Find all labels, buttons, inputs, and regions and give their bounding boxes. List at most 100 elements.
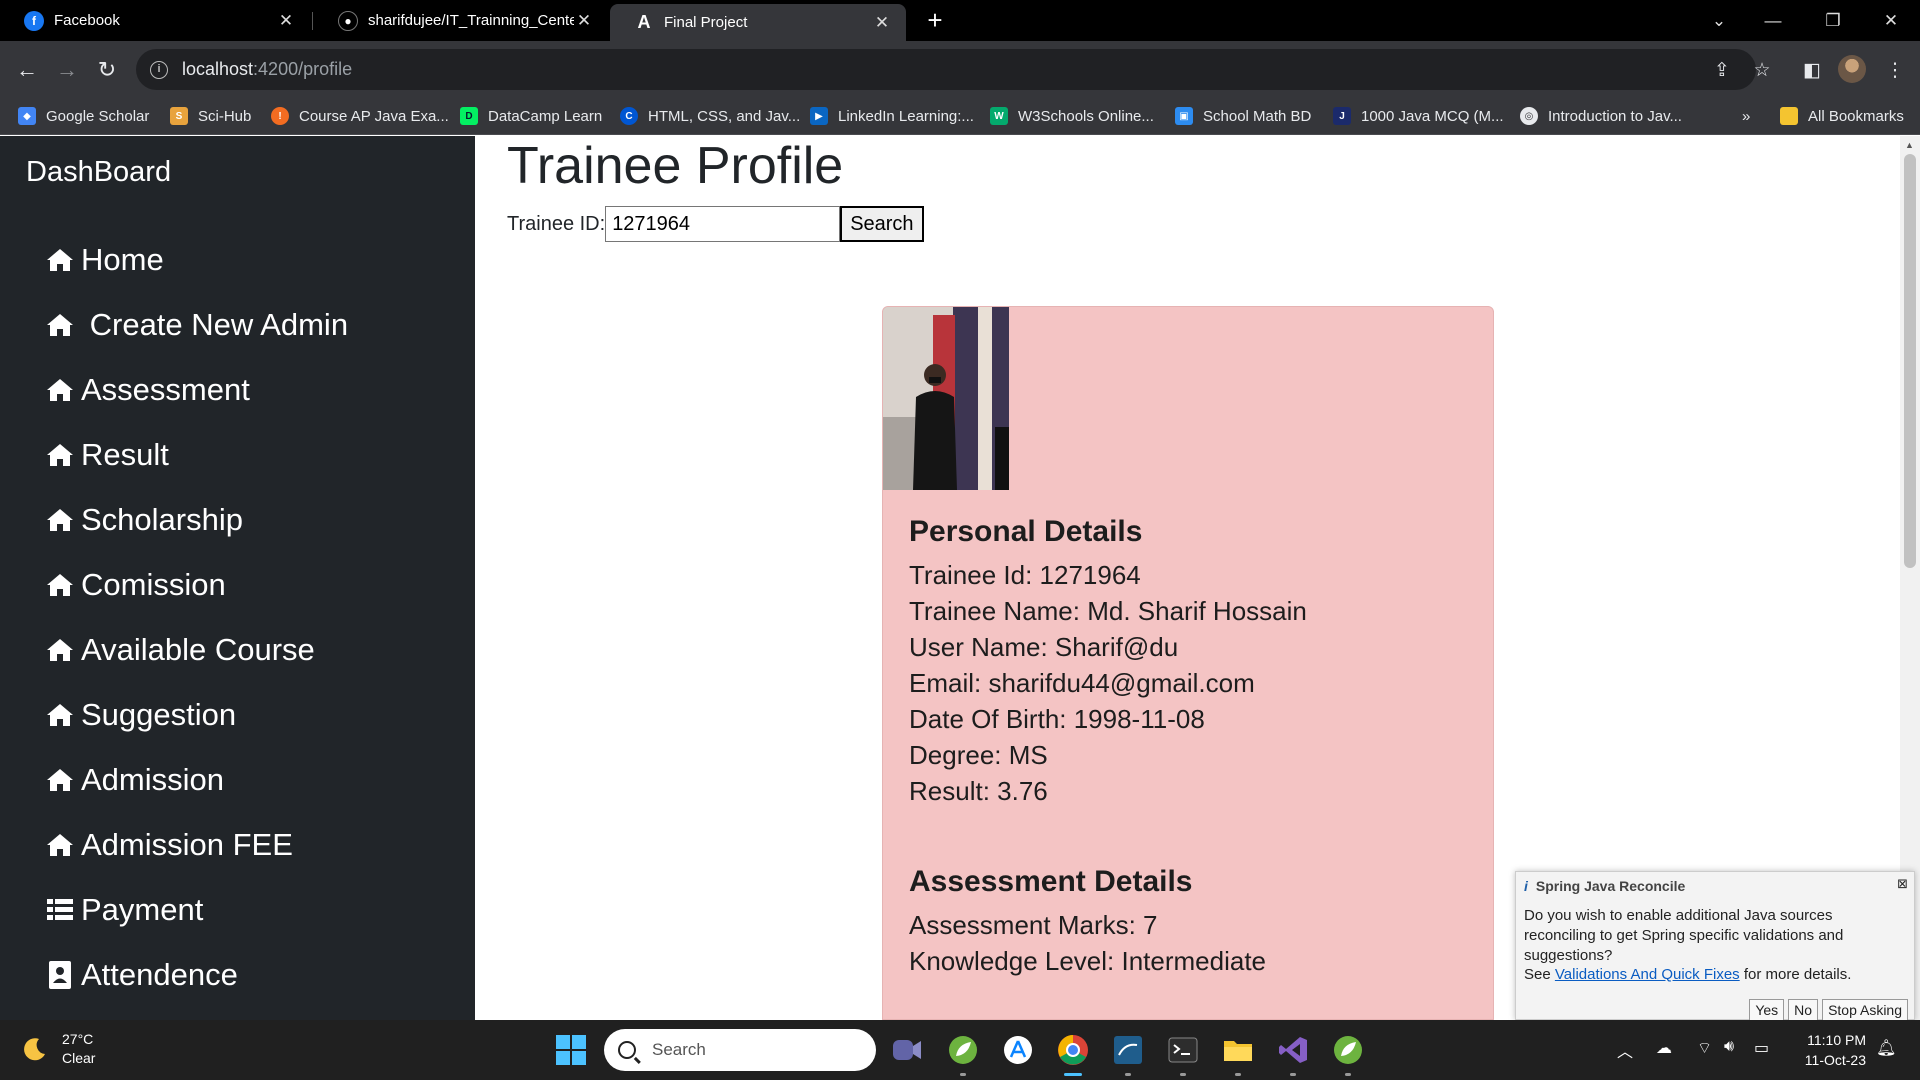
sidebar-item-home[interactable]: Home <box>45 240 164 280</box>
side-panel-icon[interactable]: ◧ <box>1797 55 1827 85</box>
forward-icon[interactable]: → <box>50 53 84 87</box>
sidebar-item-result[interactable]: Result <box>45 435 169 475</box>
tab-close-icon[interactable]: ✕ <box>276 11 296 31</box>
search-button[interactable]: Search <box>840 206 924 242</box>
profile-avatar[interactable] <box>1838 55 1866 83</box>
notification-bell-icon[interactable]: 🔔︎ <box>1876 1038 1896 1058</box>
taskbar-search[interactable]: Search <box>604 1029 876 1071</box>
sidebar-item-label: Admission FEE <box>81 827 293 862</box>
sidebar-item-label: Suggestion <box>81 697 237 732</box>
sidebar-brand[interactable]: DashBoard <box>26 156 171 189</box>
minimize-icon[interactable]: — <box>1750 0 1796 41</box>
close-icon[interactable]: ⊠ <box>1897 876 1908 892</box>
file-explorer-icon[interactable] <box>1218 1030 1258 1076</box>
menu-kebab-icon[interactable]: ⋮ <box>1880 55 1910 85</box>
sidebar-item-admission[interactable]: Admission <box>45 760 224 800</box>
sidebar-item-label: Scholarship <box>81 502 243 537</box>
sidebar-item-label: Home <box>81 242 164 277</box>
weather-widget[interactable]: 27°C Clear <box>22 1030 95 1068</box>
validations-quick-fixes-link[interactable]: Validations And Quick Fixes <box>1555 966 1740 983</box>
spring-boot-icon[interactable] <box>1328 1030 1368 1076</box>
trainee-photo <box>883 307 1009 490</box>
browser-toolbar: ← → ↻ i localhost:4200/profile ⇪ ☆ ◧ ⋮ <box>0 41 1920 98</box>
no-button[interactable]: No <box>1788 999 1819 1021</box>
battery-icon[interactable]: ▭ <box>1754 1038 1769 1058</box>
bookmarks-bar: ◆ Google Scholar S Sci-Hub ! Course AP J… <box>0 98 1920 135</box>
javamcq-icon: J <box>1333 107 1351 125</box>
bookmark-label: 1000 Java MCQ (M... <box>1361 107 1504 125</box>
sidebar-item-payment[interactable]: Payment <box>45 890 203 930</box>
sidebar-item-assessment[interactable]: Assessment <box>45 370 250 410</box>
windows-start-icon[interactable] <box>551 1030 591 1070</box>
bookmark-intro-java[interactable]: ◎ Introduction to Jav... <box>1520 104 1682 128</box>
all-bookmarks-button[interactable]: All Bookmarks <box>1780 104 1904 128</box>
tab-facebook[interactable]: f Facebook ✕ <box>0 0 310 41</box>
bookmark-scihub[interactable]: S Sci-Hub <box>170 104 251 128</box>
sidebar-item-admission-fee[interactable]: Admission FEE <box>45 825 293 865</box>
app-store-icon[interactable] <box>998 1030 1038 1070</box>
share-icon[interactable]: ⇪ <box>1707 55 1737 85</box>
bookmark-star-icon[interactable]: ☆ <box>1747 55 1777 85</box>
bookmark-java-mcq[interactable]: J 1000 Java MCQ (M... <box>1333 104 1504 128</box>
spring-tool-suite-icon[interactable] <box>943 1030 983 1076</box>
back-icon[interactable]: ← <box>10 53 44 87</box>
home-icon <box>45 766 75 794</box>
meet-app-icon[interactable] <box>887 1030 927 1070</box>
personal-details-section: Personal Details Trainee Id: 1271964 Tra… <box>909 515 1307 809</box>
new-tab-icon[interactable]: + <box>920 6 950 36</box>
scrollbar-thumb[interactable] <box>1904 154 1916 568</box>
terminal-icon[interactable] <box>1163 1030 1203 1076</box>
knowledge-level-row: Knowledge Level: Intermediate <box>909 946 1267 976</box>
tab-github[interactable]: ● sharifdujee/IT_Trainning_Center ✕ <box>314 0 608 41</box>
more-bookmarks-button[interactable]: » <box>1742 104 1750 128</box>
bookmark-school-math[interactable]: ▣ School Math BD <box>1175 104 1311 128</box>
bookmark-datacamp[interactable]: D DataCamp Learn <box>460 104 602 128</box>
assessment-details-section: Assessment Details Assessment Marks: 7 K… <box>909 865 1266 979</box>
moon-icon <box>24 1038 45 1061</box>
taskbar-search-placeholder: Search <box>652 1040 706 1059</box>
tab-search-icon[interactable]: ⌄ <box>1696 0 1742 41</box>
reload-icon[interactable]: ↻ <box>90 53 124 87</box>
sidebar-item-scholarship[interactable]: Scholarship <box>45 500 243 540</box>
tab-close-icon[interactable]: ✕ <box>574 11 594 31</box>
trainee-id-input[interactable] <box>605 206 841 242</box>
chrome-icon[interactable] <box>1053 1030 1093 1076</box>
trainee-id-label: Trainee ID: <box>507 212 606 235</box>
bookmark-label: DataCamp Learn <box>488 107 603 125</box>
site-info-icon[interactable]: i <box>150 60 168 79</box>
sidebar-item-create-new-admin[interactable]: Create New Admin <box>45 305 348 345</box>
tab-final-project[interactable]: A Final Project ✕ <box>610 4 906 41</box>
visual-studio-icon[interactable] <box>1273 1030 1313 1076</box>
home-icon <box>45 441 75 469</box>
sidebar-item-comission[interactable]: Comission <box>45 565 226 605</box>
scihub-icon: S <box>170 107 188 125</box>
tab-close-icon[interactable]: ✕ <box>872 13 892 33</box>
wifi-icon[interactable]: ⌔ <box>1697 1038 1712 1058</box>
bookmark-w3schools[interactable]: W W3Schools Online... <box>990 104 1154 128</box>
sidebar-item-suggestion[interactable]: Suggestion <box>45 695 236 735</box>
restore-icon[interactable]: ❐ <box>1810 0 1856 41</box>
bookmark-google-scholar[interactable]: ◆ Google Scholar <box>18 104 149 128</box>
scroll-up-icon[interactable]: ▲ <box>1905 140 1914 150</box>
address-host: localhost <box>182 59 254 79</box>
onedrive-icon[interactable]: ☁ <box>1656 1038 1672 1058</box>
taskbar-clock[interactable]: 11:10 PM 11-Oct-23 <box>1790 1030 1866 1070</box>
notification-header: i Spring Java Reconcile <box>1524 878 1685 894</box>
tab-label: sharifdujee/IT_Trainning_Center <box>368 12 574 29</box>
volume-icon[interactable]: 🔊︎ <box>1724 1038 1734 1056</box>
stop-asking-button[interactable]: Stop Asking <box>1822 999 1908 1021</box>
address-bar[interactable]: i localhost:4200/profile <box>136 49 1756 90</box>
sidebar-item-attendence[interactable]: Attendence <box>45 955 238 995</box>
yes-button[interactable]: Yes <box>1749 999 1785 1021</box>
w3schools-icon: W <box>990 107 1008 125</box>
mysql-workbench-icon[interactable] <box>1108 1030 1148 1076</box>
windows-taskbar: 27°C Clear Search ︿ ☁ ⌔ 🔊︎ ▭ 11:10 PM 11… <box>0 1020 1920 1080</box>
facebook-icon: f <box>24 10 44 31</box>
bookmark-html-css[interactable]: C HTML, CSS, and Jav... <box>620 104 800 128</box>
bookmark-linkedin-learning[interactable]: ▶ LinkedIn Learning:... <box>810 104 974 128</box>
sidebar-item-available-course[interactable]: Available Course <box>45 630 315 670</box>
close-window-icon[interactable]: ✕ <box>1868 0 1914 41</box>
bookmark-course-ap[interactable]: ! Course AP Java Exa... <box>271 104 449 128</box>
show-hidden-icons-icon[interactable]: ︿ <box>1617 1038 1633 1062</box>
github-icon: ● <box>338 10 358 31</box>
